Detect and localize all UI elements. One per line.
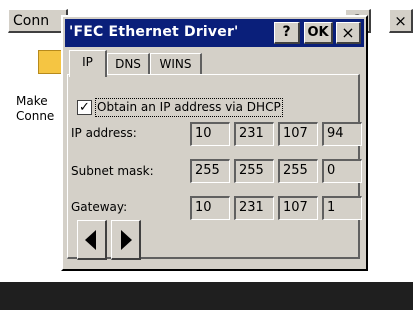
make-connection-label-line1: Make xyxy=(16,94,48,108)
right-arrow-icon[interactable] xyxy=(111,220,141,260)
subnet-mask-label: Subnet mask: xyxy=(71,164,154,178)
background-close-button[interactable]: × xyxy=(389,9,413,33)
ok-button[interactable]: OK xyxy=(304,22,333,44)
background-connect-button[interactable]: Conn xyxy=(8,9,68,33)
left-arrow-icon[interactable] xyxy=(77,220,107,260)
gateway-octet-3[interactable]: 107 xyxy=(278,196,318,220)
tab-wins[interactable]: WINS xyxy=(150,53,202,74)
ip-octet-4[interactable]: 94 xyxy=(322,122,362,146)
mask-octet-4[interactable]: 0 xyxy=(322,159,362,183)
gateway-octet-2[interactable]: 231 xyxy=(234,196,274,220)
ip-address-label: IP address: xyxy=(71,126,137,140)
gateway-label: Gateway: xyxy=(71,200,128,214)
dhcp-label[interactable]: Obtain an IP address via DHCP xyxy=(95,98,283,117)
mask-octet-3[interactable]: 255 xyxy=(278,159,318,183)
make-connection-label-line2: Conne xyxy=(16,109,55,123)
mask-octet-2[interactable]: 255 xyxy=(234,159,274,183)
make-connection-label: Make Conne xyxy=(16,94,54,124)
help-button[interactable]: ? xyxy=(274,22,300,44)
gateway-octet-4[interactable]: 1 xyxy=(322,196,362,220)
ip-octet-1[interactable]: 10 xyxy=(190,122,230,146)
tab-dns[interactable]: DNS xyxy=(107,53,150,74)
close-button[interactable]: × xyxy=(336,22,361,44)
fec-ethernet-dialog: 'FEC Ethernet Driver' ? OK × IP DNS WINS… xyxy=(61,15,368,271)
make-connection-icon[interactable] xyxy=(38,50,62,74)
dhcp-checkbox[interactable]: ✓ xyxy=(77,100,92,115)
dialog-title: 'FEC Ethernet Driver' xyxy=(69,24,239,40)
gateway-octet-1[interactable]: 10 xyxy=(190,196,230,220)
ip-octet-2[interactable]: 231 xyxy=(234,122,274,146)
taskbar xyxy=(0,282,413,310)
tab-ip[interactable]: IP xyxy=(69,50,107,77)
ip-octet-3[interactable]: 107 xyxy=(278,122,318,146)
dialog-title-bar[interactable]: 'FEC Ethernet Driver' ? OK × xyxy=(65,19,364,47)
mask-octet-1[interactable]: 255 xyxy=(190,159,230,183)
